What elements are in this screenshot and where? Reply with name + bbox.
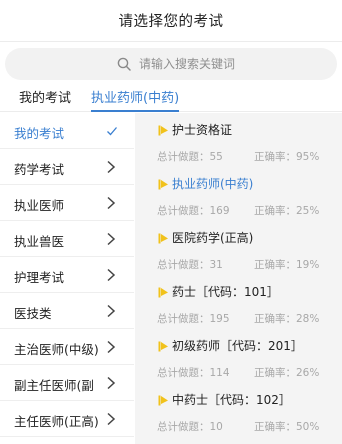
- sidebar-item-my-exams[interactable]: 我的考试: [0, 113, 134, 149]
- sidebar-item-physician[interactable]: 执业医师: [0, 185, 134, 221]
- exam-name: 执业药师(中药): [172, 177, 254, 191]
- flag-icon: [158, 287, 168, 298]
- flag-icon: [158, 233, 168, 244]
- chevron-right-icon: [107, 268, 116, 282]
- page-title: 请选择您的考试: [118, 14, 224, 30]
- exam-list-item[interactable]: 初级药师［代码：201］ 总计做题：114 正确率：26%: [135, 329, 342, 383]
- exam-question-count: 总计做题：114: [157, 367, 230, 379]
- chevron-right-icon: [107, 232, 116, 246]
- chevron-right-icon: [107, 412, 116, 426]
- chevron-right-icon: [107, 376, 116, 390]
- exam-list-item[interactable]: 执业药师(中药) 总计做题：169 正确率：25%: [135, 167, 342, 221]
- app-header: 请选择您的考试: [0, 0, 342, 42]
- sidebar-item-label: 护理考试: [14, 270, 65, 285]
- exam-accuracy-rate: 正确率：26%: [254, 367, 320, 379]
- sidebar-item-associate-chief[interactable]: 副主任医师(副: [0, 365, 134, 401]
- sidebar-item-attending[interactable]: 主治医师(中级): [0, 329, 134, 365]
- sidebar-item-label: 主治医师(中级): [14, 342, 98, 357]
- exam-list-item[interactable]: 中药士［代码：102］ 总计做题：10 正确率：50%: [135, 383, 342, 437]
- sidebar-item-nursing[interactable]: 护理考试: [0, 257, 134, 293]
- exam-accuracy-rate: 正确率：19%: [254, 259, 320, 271]
- sidebar-item-label: 医技类: [14, 306, 52, 321]
- category-sidebar: 我的考试 药学考试 执业医师 执业兽医 护理考试 医技类 主治医师(中级) 副主…: [0, 113, 134, 444]
- sidebar-item-label: 副主任医师(副: [14, 378, 94, 393]
- sidebar-item-medical-tech[interactable]: 医技类: [0, 293, 134, 329]
- sidebar-item-chief[interactable]: 主任医师(正高): [0, 401, 134, 437]
- exam-name: 中药士［代码：102］: [172, 393, 291, 407]
- chevron-right-icon: [107, 304, 116, 318]
- exam-list-item[interactable]: 药士［代码：101］ 总计做题：195 正确率：28%: [135, 275, 342, 329]
- exam-list-item[interactable]: 护士资格证 总计做题：55 正确率：95%: [135, 113, 342, 167]
- exam-name: 护士资格证: [172, 123, 233, 137]
- sidebar-item-label: 执业兽医: [14, 234, 65, 249]
- exam-accuracy-rate: 正确率：95%: [254, 151, 320, 163]
- chevron-right-icon: [107, 340, 116, 354]
- sidebar-item-label: 我的考试: [14, 126, 65, 141]
- exam-accuracy-rate: 正确率：50%: [254, 421, 320, 433]
- search-input[interactable]: [139, 54, 319, 74]
- check-icon: [107, 127, 117, 136]
- flag-icon: [158, 179, 168, 190]
- exam-question-count: 总计做题：195: [157, 313, 230, 325]
- search-icon: [117, 57, 131, 71]
- sidebar-item-label: 药学考试: [14, 162, 65, 177]
- sidebar-item-label: 主任医师(正高): [14, 414, 98, 429]
- chevron-right-icon: [107, 160, 116, 174]
- sidebar-item-veterinary[interactable]: 执业兽医: [0, 221, 134, 257]
- tab-my-exams[interactable]: 我的考试: [19, 87, 71, 112]
- exam-accuracy-rate: 正确率：25%: [254, 205, 320, 217]
- exam-name: 初级药师［代码：201］: [172, 339, 303, 353]
- exam-accuracy-rate: 正确率：28%: [254, 313, 320, 325]
- exam-question-count: 总计做题：31: [157, 259, 223, 271]
- search-bar[interactable]: [5, 48, 337, 80]
- sidebar-item-pharmacy[interactable]: 药学考试: [0, 149, 134, 185]
- flag-icon: [158, 395, 168, 406]
- exam-question-count: 总计做题：169: [157, 205, 230, 217]
- exam-list: 护士资格证 总计做题：55 正确率：95% 执业药师(中药) 总计做题：169 …: [135, 113, 342, 444]
- exam-name: 药士［代码：101］: [172, 285, 279, 299]
- exam-question-count: 总计做题：10: [157, 421, 223, 433]
- exam-name: 医院药学(正高): [172, 231, 254, 245]
- exam-tabs: 我的考试 执业药师(中药): [0, 82, 342, 112]
- tab-current-exam[interactable]: 执业药师(中药): [91, 87, 180, 112]
- chevron-right-icon: [107, 196, 116, 210]
- exam-list-item[interactable]: 医院药学(正高) 总计做题：31 正确率：19%: [135, 221, 342, 275]
- exam-question-count: 总计做题：55: [157, 151, 223, 163]
- sidebar-item-label: 执业医师: [14, 198, 65, 213]
- flag-icon: [158, 125, 168, 136]
- flag-icon: [158, 341, 168, 352]
